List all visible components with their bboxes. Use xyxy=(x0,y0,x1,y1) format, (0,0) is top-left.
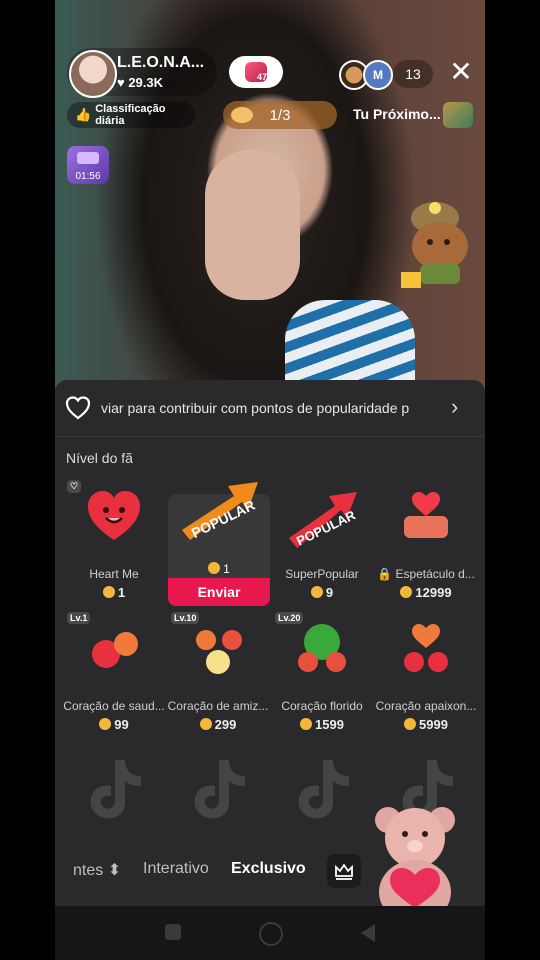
goal-progress[interactable]: 1/3 xyxy=(223,101,337,129)
gift-price-value: 299 xyxy=(214,717,237,732)
gift-price: 9 xyxy=(271,585,373,600)
recents-icon[interactable] xyxy=(165,924,181,940)
gift-item[interactable]: Lv.10 Coração de amiz... 299 xyxy=(167,612,269,732)
follow-button[interactable]: 47 xyxy=(229,56,283,88)
coin-icon xyxy=(102,586,115,598)
gift-price: 1 xyxy=(168,562,270,576)
bear-sticker xyxy=(401,202,468,288)
video-shirt xyxy=(285,300,415,390)
gift-name: SuperPopular xyxy=(285,567,359,581)
espetaculo-gift-icon xyxy=(404,492,448,538)
hammer-icon xyxy=(77,152,99,164)
lock-icon: 🔒 xyxy=(377,567,396,581)
gift-name-text: Espetáculo d... xyxy=(395,567,475,581)
coin-icon xyxy=(400,586,413,598)
timer-badge[interactable]: 01:56 xyxy=(67,146,109,184)
gift-price-value: 1 xyxy=(223,562,230,576)
gift-price-value: 1 xyxy=(117,585,126,600)
timer-text: 01:56 xyxy=(75,171,101,182)
progress-text: 1/3 xyxy=(269,107,291,124)
superpopular-gift-icon: POPULAR xyxy=(289,492,358,549)
gift-name: Coração de amiz... xyxy=(167,699,269,713)
gift-item[interactable]: ♡ Heart Me 1 xyxy=(63,480,165,600)
gift-price: 1 xyxy=(63,585,165,600)
phone-screen: L.E.O.N.A... ♥ 29.3K 47 M 13 ✕ 👍 Classif… xyxy=(55,0,485,960)
coracao-saudade-gift-icon xyxy=(92,632,138,668)
send-button[interactable]: Enviar xyxy=(168,578,270,606)
next-goal-icon[interactable] xyxy=(443,102,473,128)
coin-icon xyxy=(300,718,313,730)
gift-price: 299 xyxy=(167,717,269,732)
gift-price-value: 9 xyxy=(325,585,334,600)
ranking-label: Classificação diária xyxy=(95,103,166,127)
coin-icon xyxy=(208,562,221,574)
gift-item[interactable]: Lv.1 Coração de saud... 99 xyxy=(63,612,165,732)
back-icon[interactable] xyxy=(361,924,375,942)
heart-icon xyxy=(65,396,91,420)
viewer-avatar[interactable]: M xyxy=(363,60,393,90)
gift-name: Coração florido xyxy=(281,699,363,713)
next-goal-label[interactable]: Tu Próximo... xyxy=(353,106,441,122)
host-name[interactable]: L.E.O.N.A... xyxy=(117,54,204,72)
close-icon[interactable]: ✕ xyxy=(449,56,473,88)
tiktok-logo-icon xyxy=(194,760,245,819)
heart-me-gift-icon xyxy=(88,491,140,540)
heart-icon: 47 xyxy=(245,62,267,82)
thumbs-up-icon: 👍 xyxy=(75,107,92,122)
coracao-apaixonado-gift-icon xyxy=(404,624,448,672)
gift-price: 99 xyxy=(63,717,165,732)
gift-item-selected[interactable]: POPULAR 1 Enviar xyxy=(168,482,270,606)
chevron-right-icon[interactable]: › xyxy=(451,394,458,420)
crown-svg xyxy=(335,863,353,880)
system-nav-bar xyxy=(55,906,485,960)
coin-icon xyxy=(99,718,112,730)
gift-item[interactable]: POPULAR SuperPopular 9 xyxy=(271,480,373,600)
gift-price: 12999 xyxy=(375,585,477,600)
tab-interativo[interactable]: Interativo xyxy=(143,860,209,878)
tiktok-logo-icon xyxy=(90,760,141,819)
host-likes: ♥ 29.3K xyxy=(117,75,164,90)
popular-gift-icon: POPULAR xyxy=(182,482,258,541)
gift-name: Coração de saud... xyxy=(63,699,165,713)
fan-level-label: Nível do fã xyxy=(66,450,133,466)
gift-item[interactable]: 🔒 Espetáculo d... 12999 xyxy=(375,480,477,600)
gift-name: 🔒 Espetáculo d... xyxy=(375,567,477,581)
viewer-count[interactable]: 13 xyxy=(393,60,433,88)
coin-icon xyxy=(199,718,212,730)
daily-ranking[interactable]: 👍 Classificação diária xyxy=(67,102,195,128)
tiktok-logo-icon xyxy=(298,760,349,819)
coracao-florido-gift-icon xyxy=(298,624,346,672)
viewer-initial: M xyxy=(373,68,383,82)
gift-item[interactable]: Lv.20 Coração florido 1599 xyxy=(271,612,373,732)
gift-name: Heart Me xyxy=(89,567,139,581)
heart-badge-icon: ♡ xyxy=(67,480,82,493)
coin-icon xyxy=(404,718,417,730)
tab-exclusivo[interactable]: Exclusivo xyxy=(231,860,306,878)
coin-icon xyxy=(310,586,323,598)
popularity-row[interactable]: viar para contribuir com pontos de popul… xyxy=(55,380,485,437)
gift-price-value: 5999 xyxy=(419,717,448,732)
gift-price-value: 1599 xyxy=(315,717,344,732)
gift-price-value: 99 xyxy=(114,717,129,732)
gift-item[interactable]: Coração apaixon... 5999 xyxy=(375,612,477,732)
coracao-amizade-gift-icon xyxy=(196,630,242,674)
host-avatar[interactable] xyxy=(69,50,117,98)
tab-presentes[interactable]: ntes ⬍ xyxy=(73,860,121,880)
gift-price-value: 12999 xyxy=(415,585,452,600)
gift-price: 1599 xyxy=(271,717,373,732)
popularity-text: viar para contribuir com pontos de popul… xyxy=(101,400,410,416)
crown-icon[interactable] xyxy=(327,854,361,888)
gift-name: Coração apaixon... xyxy=(375,699,477,713)
video-hand xyxy=(205,150,300,300)
home-icon[interactable] xyxy=(259,922,283,946)
follow-badge: 47 xyxy=(256,72,267,82)
gift-price: 5999 xyxy=(375,717,477,732)
